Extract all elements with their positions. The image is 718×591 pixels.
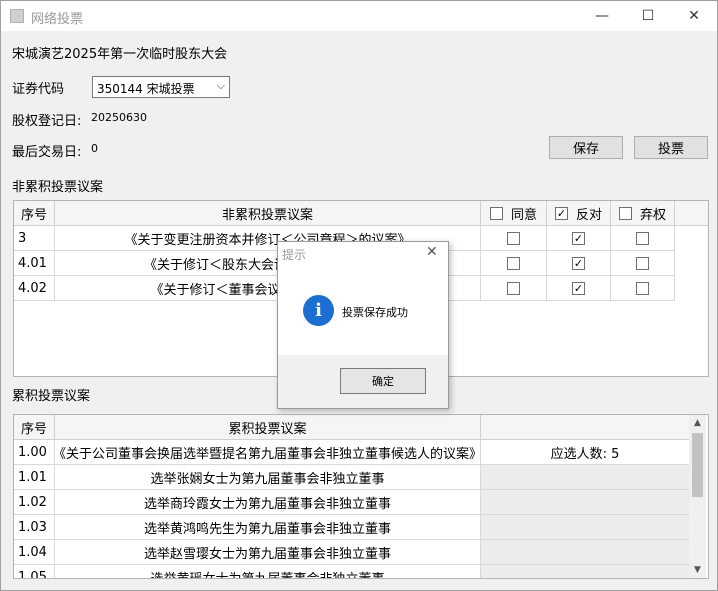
agree-checkbox[interactable] [507,256,520,270]
oppose-cell[interactable]: ✓ [547,251,611,276]
security-code-value: 350144 宋城投票 [97,82,195,96]
abstain-cell[interactable] [611,226,675,251]
record-date-label: 股权登记日: [12,114,82,129]
oppose-checkbox[interactable]: ✓ [572,256,585,270]
info-icon: i [303,295,334,326]
abstain-checkbox[interactable] [636,231,649,245]
abstain-cell[interactable] [611,251,675,276]
table-row-no: 1.05 [14,565,55,578]
security-code-label: 证券代码 [12,82,65,97]
agree-cell[interactable] [481,226,547,251]
col-header-proposal: 累积投票议案 [55,415,481,440]
scroll-up-icon[interactable]: ▲ [689,415,706,431]
oppose-cell[interactable]: ✓ [547,276,611,301]
votes-cell: 应选人数: 5 [481,440,690,465]
maximize-icon[interactable]: ☐ [625,1,671,31]
table-row-no: 1.01 [14,465,55,490]
last-trade-label: 最后交易日: [12,145,82,160]
scrollbar-thumb[interactable] [692,433,703,497]
main-window: 网络投票 — ☐ ✕ 宋城演艺2025年第一次临时股东大会 证券代码 35014… [0,0,718,591]
dialog-footer: 确定 [278,355,448,408]
votes-input[interactable] [481,540,690,565]
ok-button[interactable]: 确定 [340,368,426,394]
table-row-proposal: 选举赵雪璎女士为第九届董事会非独立董事 [55,540,481,565]
noncum-section-title: 非累积投票议案 [12,180,104,195]
col-header-filler [675,201,708,226]
chevron-down-icon: ⌵ [216,79,225,92]
table-row-proposal: 选举商玲霞女士为第九届董事会非独立董事 [55,490,481,515]
minimize-icon[interactable]: — [579,1,625,31]
table-row-no: 3 [14,226,55,251]
votes-input[interactable] [481,515,690,540]
agree-checkbox[interactable] [507,281,520,295]
votes-input[interactable] [481,565,690,578]
col-header-no: 序号 [14,415,55,440]
table-row-proposal: 选举张娴女士为第九届董事会非独立董事 [55,465,481,490]
title-bar: 网络投票 — ☐ ✕ [1,1,717,31]
col-header-oppose[interactable]: ✓ 反对 [547,201,611,226]
oppose-header-label: 反对 [575,207,602,223]
table-row-proposal: 《关于公司董事会换届选举暨提名第九届董事会非独立董事候选人的议案》 [55,440,481,465]
oppose-all-checkbox[interactable]: ✓ [554,206,568,220]
close-icon[interactable]: ✕ [426,244,438,260]
vote-button[interactable]: 投票 [634,136,708,159]
col-header-agree[interactable]: 同意 [481,201,547,226]
agree-header-label: 同意 [510,207,537,223]
col-header-proposal: 非累积投票议案 [55,201,481,226]
col-header-no: 序号 [14,201,55,226]
abstain-header-label: 弃权 [639,207,666,223]
dialog-title: 提示 [282,248,307,262]
abstain-checkbox[interactable] [636,256,649,270]
votes-input[interactable] [481,490,690,515]
cum-table-scrollbar[interactable]: ▲ ▼ [689,415,706,578]
agree-checkbox[interactable] [507,231,520,245]
scroll-down-icon[interactable]: ▼ [689,562,706,578]
oppose-checkbox[interactable]: ✓ [572,231,585,245]
last-trade-value: 0 [91,142,98,155]
record-date-value: 20250630 [91,111,147,124]
agree-all-checkbox[interactable] [489,206,503,220]
table-row-proposal: 选举黄鸿鸣先生为第九届董事会非独立董事 [55,515,481,540]
agree-cell[interactable] [481,251,547,276]
abstain-all-checkbox[interactable] [618,206,632,220]
meeting-title: 宋城演艺2025年第一次临时股东大会 [12,47,228,62]
table-row-no: 1.02 [14,490,55,515]
table-row-no: 4.02 [14,276,55,301]
abstain-checkbox[interactable] [636,281,649,295]
table-row-no: 1.00 [14,440,55,465]
table-row-no: 4.01 [14,251,55,276]
window-title: 网络投票 [31,12,84,27]
col-header-votes [481,415,690,440]
abstain-cell[interactable] [611,276,675,301]
votes-input[interactable] [481,465,690,490]
dialog-message: 投票保存成功 [342,306,408,319]
col-header-abstain[interactable]: 弃权 [611,201,675,226]
oppose-checkbox[interactable]: ✓ [572,281,585,295]
oppose-cell[interactable]: ✓ [547,226,611,251]
table-row-proposal: 选举黄瑶女士为第九届董事会非独立董事 [55,565,481,578]
save-button[interactable]: 保存 [549,136,623,159]
agree-cell[interactable] [481,276,547,301]
app-icon [10,9,24,23]
message-dialog: 提示 ✕ i 投票保存成功 确定 [277,241,449,409]
cum-table: 序号 累积投票议案 1.00 《关于公司董事会换届选举暨提名第九届董事会非独立董… [13,414,709,579]
cum-section-title: 累积投票议案 [12,389,91,404]
security-code-select[interactable]: 350144 宋城投票 ⌵ [92,76,230,98]
table-row-no: 1.04 [14,540,55,565]
close-icon[interactable]: ✕ [671,1,717,31]
table-row-no: 1.03 [14,515,55,540]
